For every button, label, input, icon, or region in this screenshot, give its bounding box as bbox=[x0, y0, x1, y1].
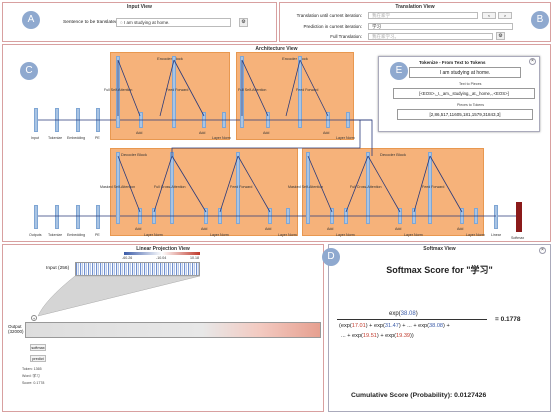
den-c: 38.08 bbox=[429, 323, 444, 329]
den-d: 19.51 bbox=[362, 333, 377, 339]
den-a: 17.01 bbox=[351, 323, 366, 329]
denominator-line1: (exp(17.01) + exp(31.47) + ... + exp(38.… bbox=[339, 323, 450, 329]
projection-fan bbox=[37, 275, 201, 317]
cumulative-value: 0.0127426 bbox=[454, 392, 487, 399]
softmax-heading: Softmax Score for "学习" bbox=[386, 265, 493, 275]
output-label: Output (32000) bbox=[8, 324, 24, 334]
close-icon[interactable]: × bbox=[539, 247, 546, 254]
close-icon[interactable]: × bbox=[529, 58, 536, 65]
tokenize-title: Tokenize - From Text to Tokens bbox=[419, 60, 486, 65]
fraction-line bbox=[337, 319, 487, 320]
softmax-button[interactable]: softmax bbox=[30, 344, 46, 351]
tokens-box: [2,86,517,11605,181,1579,31843,3] bbox=[397, 109, 533, 120]
softmax-view-panel: Softmax View × Softmax Score for "学习" ex… bbox=[328, 244, 551, 412]
softmax-view-title: Softmax View bbox=[423, 246, 456, 252]
badge-e: E bbox=[390, 62, 408, 80]
den-b: 31.47 bbox=[384, 323, 399, 329]
badge-d: D bbox=[322, 248, 340, 266]
token-readout: Token: 1365 bbox=[22, 367, 42, 371]
tokenize-text-box: I am studying at home. bbox=[409, 67, 521, 78]
numerator-value: 38.08 bbox=[400, 311, 416, 317]
softmax-result: = 0.1778 bbox=[495, 316, 521, 323]
pieces-box: [<EOS>,_I,_am,_studying,_at,_home,.,<EOS… bbox=[393, 88, 535, 99]
den-e: 19.39 bbox=[396, 333, 411, 339]
pieces-label: Text to Pieces bbox=[459, 82, 482, 86]
score-readout: Score: 0.1778 bbox=[22, 381, 45, 385]
tokens-label: Pieces to Tokens bbox=[457, 103, 485, 107]
cumulative-label: Cumulative Score (Probability): bbox=[351, 392, 453, 399]
zoom-icon[interactable]: + bbox=[31, 315, 37, 321]
output-vector[interactable] bbox=[25, 322, 321, 338]
predict-button[interactable]: predict bbox=[30, 355, 46, 362]
word-readout: Word: 学习 bbox=[22, 374, 40, 378]
numerator: exp(38.08) bbox=[389, 311, 418, 317]
cumulative-score: Cumulative Score (Probability): 0.012742… bbox=[351, 392, 486, 399]
denominator-line2: ... + exp(19.51) + exp(19.39)) bbox=[341, 333, 414, 339]
